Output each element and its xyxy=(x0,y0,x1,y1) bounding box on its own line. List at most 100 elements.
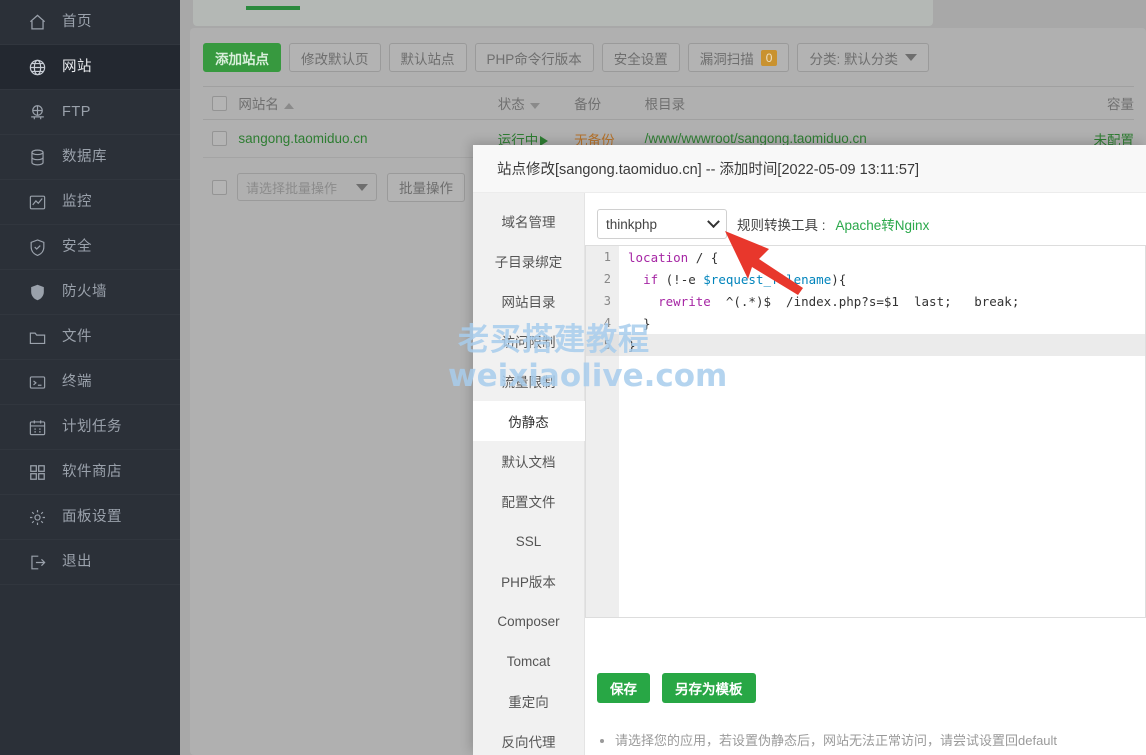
row-checkbox[interactable] xyxy=(203,131,238,146)
category-dropdown-button[interactable]: 分类: 默认分类 xyxy=(797,43,929,72)
code-line-text: location / { xyxy=(619,250,718,265)
ftp-icon xyxy=(28,103,47,122)
modal-nav-default-doc[interactable]: 默认文档 xyxy=(473,441,584,481)
sidebar-item-logout[interactable]: 退出 xyxy=(0,540,180,585)
edit-default-page-button[interactable]: 修改默认页 xyxy=(289,43,381,72)
modal-nav-ssl[interactable]: SSL xyxy=(473,521,584,561)
column-header-status[interactable]: 状态 xyxy=(498,93,574,113)
rewrite-template-select[interactable]: thinkphp xyxy=(597,209,727,239)
column-header-root: 根目录 xyxy=(645,93,1066,113)
batch-operation-select[interactable]: 请选择批量操作 xyxy=(237,173,377,201)
sidebar-item-terminal[interactable]: 终端 xyxy=(0,360,180,405)
code-line-text: if (!-e $request_filename){ xyxy=(619,272,846,287)
database-icon xyxy=(28,148,47,167)
batch-select-all-checkbox[interactable] xyxy=(212,180,227,195)
line-number: 2 xyxy=(586,268,619,290)
gear-icon xyxy=(28,508,47,527)
folder-icon xyxy=(28,328,47,347)
modal-nav-config-file[interactable]: 配置文件 xyxy=(473,481,584,521)
rewrite-code-editor[interactable]: 1 location / { 2 if (!-e $request_filena… xyxy=(585,245,1146,618)
batch-operation-row: 请选择批量操作 批量操作 xyxy=(203,168,465,206)
chart-monitor-icon xyxy=(28,193,47,212)
modal-nav-domain[interactable]: 域名管理 xyxy=(473,201,584,241)
security-settings-button[interactable]: 安全设置 xyxy=(602,43,680,72)
modal-action-buttons: 保存 另存为模板 xyxy=(597,673,756,703)
select-all-checkbox[interactable] xyxy=(203,96,238,111)
code-line[interactable]: 5 } xyxy=(586,334,1145,356)
sidebar-item-files[interactable]: 文件 xyxy=(0,315,180,360)
sidebar-item-label: 防火墙 xyxy=(62,285,107,300)
modal-nav-sitedir[interactable]: 网站目录 xyxy=(473,281,584,321)
sidebar-item-ftp[interactable]: FTP xyxy=(0,90,180,135)
vuln-scan-button[interactable]: 漏洞扫描 0 xyxy=(688,43,790,72)
sort-asc-icon xyxy=(284,103,294,109)
modal-nav-tomcat[interactable]: Tomcat xyxy=(473,641,584,681)
modal-hints: 请选择您的应用，若设置伪静态后，网站无法正常访问，请尝试设置回default 您… xyxy=(597,729,1132,755)
modal-body: 域名管理 子目录绑定 网站目录 访问限制 流量限制 伪静态 默认文档 配置文件 … xyxy=(473,193,1146,755)
line-number: 5 xyxy=(586,334,619,356)
code-line[interactable]: 1 location / { xyxy=(586,246,1145,268)
code-line[interactable]: 2 if (!-e $request_filename){ xyxy=(586,268,1145,290)
modal-nav-access-limit[interactable]: 访问限制 xyxy=(473,321,584,361)
logout-icon xyxy=(28,553,47,572)
batch-operation-button[interactable]: 批量操作 xyxy=(387,173,465,202)
save-as-template-button[interactable]: 另存为模板 xyxy=(662,673,756,703)
modal-nav-traffic-limit[interactable]: 流量限制 xyxy=(473,361,584,401)
sidebar-item-panel-settings[interactable]: 面板设置 xyxy=(0,495,180,540)
home-icon xyxy=(28,13,47,32)
column-header-backup: 备份 xyxy=(574,93,644,113)
column-header-name[interactable]: 网站名 xyxy=(238,93,497,113)
sidebar-item-label: 安全 xyxy=(62,240,92,255)
site-table-header: 网站名 状态 备份 根目录 容量 xyxy=(203,86,1134,120)
grid-apps-icon xyxy=(28,463,47,482)
sidebar-item-security[interactable]: 安全 xyxy=(0,225,180,270)
site-toolbar: 添加站点 修改默认页 默认站点 PHP命令行版本 安全设置 漏洞扫描 0 分类:… xyxy=(203,43,929,72)
sidebar-item-firewall[interactable]: 防火墙 xyxy=(0,270,180,315)
sidebar-item-label: 计划任务 xyxy=(62,420,122,435)
default-site-button[interactable]: 默认站点 xyxy=(389,43,467,72)
sidebar-item-cron[interactable]: 计划任务 xyxy=(0,405,180,450)
sidebar-item-label: 退出 xyxy=(62,555,92,570)
sidebar-item-label: 数据库 xyxy=(62,150,107,165)
code-line[interactable]: 4 } xyxy=(586,312,1145,334)
php-cli-version-button[interactable]: PHP命令行版本 xyxy=(475,43,594,72)
sidebar-item-label: 面板设置 xyxy=(62,510,122,525)
add-site-button[interactable]: 添加站点 xyxy=(203,43,281,72)
modal-nav-php-version[interactable]: PHP版本 xyxy=(473,561,584,601)
code-line-text: } xyxy=(619,316,651,331)
modal-nav-composer[interactable]: Composer xyxy=(473,601,584,641)
modal-nav-redirect[interactable]: 重定向 xyxy=(473,681,584,721)
globe-icon xyxy=(28,58,47,77)
modal-title: 站点修改[sangong.taomiduo.cn] -- 添加时间[2022-0… xyxy=(473,145,1146,193)
tab-active-indicator xyxy=(246,6,300,10)
apache-to-nginx-link[interactable]: Apache转Nginx xyxy=(836,214,930,234)
site-root-path[interactable]: /www/wwwroot/sangong.taomiduo.cn xyxy=(645,131,1066,146)
sidebar-item-monitor[interactable]: 监控 xyxy=(0,180,180,225)
sidebar-item-database[interactable]: 数据库 xyxy=(0,135,180,180)
sidebar-item-label: 监控 xyxy=(62,195,92,210)
sidebar-item-website[interactable]: 网站 xyxy=(0,45,180,90)
code-line[interactable]: 3 rewrite ^(.*)$ /index.php?s=$1 last; b… xyxy=(586,290,1145,312)
modal-nav-rewrite[interactable]: 伪静态 xyxy=(473,401,585,441)
batch-select-value: 请选择批量操作 xyxy=(246,178,337,197)
sidebar-item-app-store[interactable]: 软件商店 xyxy=(0,450,180,495)
shield-check-icon xyxy=(28,238,47,257)
main-sidebar: 首页 网站 FTP 数据库 监控 xyxy=(0,0,180,755)
category-label: 分类: 默认分类 xyxy=(809,48,898,68)
site-name-link[interactable]: sangong.taomiduo.cn xyxy=(238,131,497,146)
sidebar-item-label: 首页 xyxy=(62,15,92,30)
rewrite-rule-row: thinkphp 规则转换工具 : Apache转Nginx xyxy=(597,209,1146,239)
modal-nav-reverse-proxy[interactable]: 反向代理 xyxy=(473,721,584,755)
line-number: 4 xyxy=(586,312,619,334)
sidebar-item-label: 文件 xyxy=(62,330,92,345)
rewrite-template-value: thinkphp xyxy=(606,217,657,232)
vuln-scan-label: 漏洞扫描 xyxy=(700,48,754,68)
site-edit-modal: 站点修改[sangong.taomiduo.cn] -- 添加时间[2022-0… xyxy=(473,145,1146,755)
save-button[interactable]: 保存 xyxy=(597,673,650,703)
modal-nav-subdir[interactable]: 子目录绑定 xyxy=(473,241,584,281)
terminal-icon xyxy=(28,373,47,392)
chevron-down-icon xyxy=(905,54,917,61)
sidebar-item-label: FTP xyxy=(62,105,91,120)
sidebar-item-home[interactable]: 首页 xyxy=(0,0,180,45)
column-header-capacity: 容量 xyxy=(1065,93,1134,113)
